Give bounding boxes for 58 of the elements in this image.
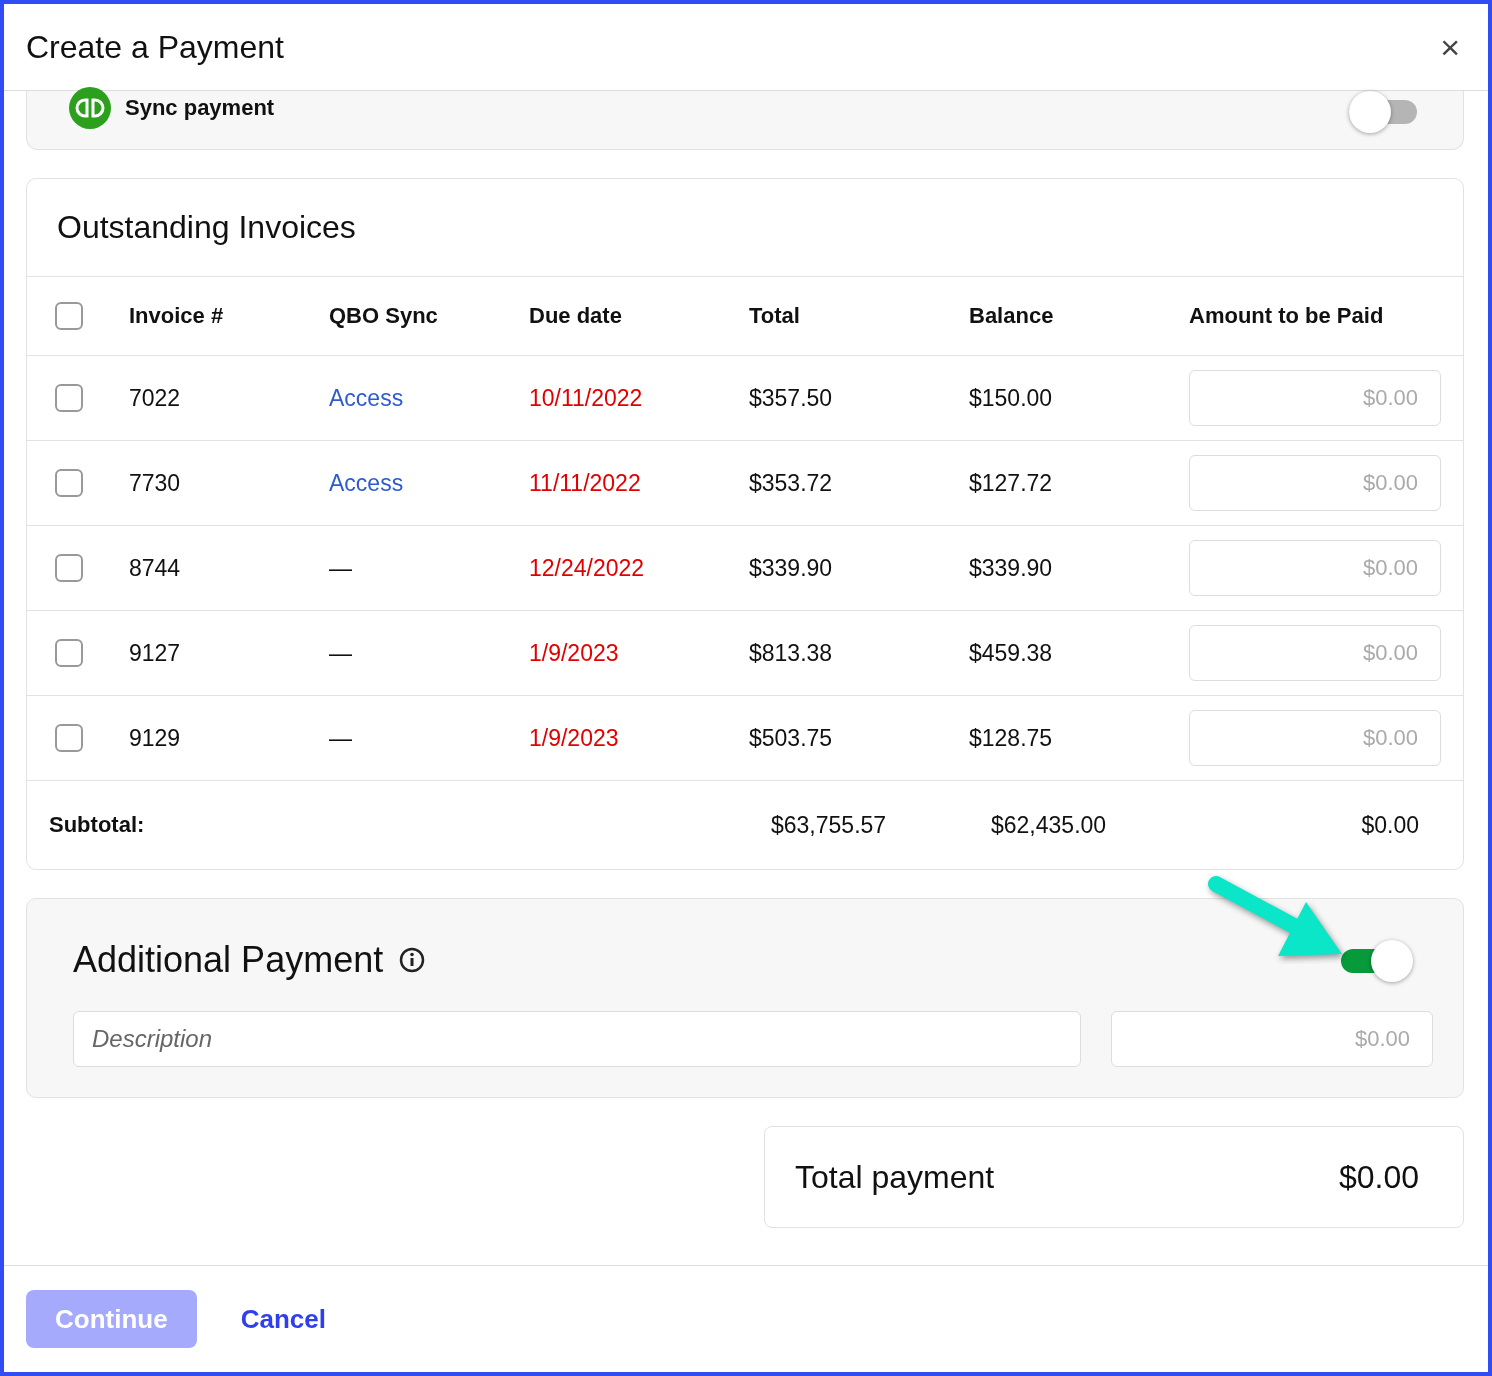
column-header: Invoice # <box>129 303 225 329</box>
amount-field[interactable]: $0.00 <box>1189 455 1441 511</box>
cancel-link[interactable]: Cancel <box>240 1303 326 1335</box>
amount-field[interactable]: $0.00 <box>1189 625 1441 681</box>
toggle-switch[interactable] <box>1341 940 1413 980</box>
checkbox[interactable] <box>55 384 83 412</box>
section-title: Additional Payment <box>73 939 384 981</box>
card-title: Outstanding Invoices <box>27 179 1463 277</box>
table-cell-text: $150.00 <box>969 384 1054 412</box>
column-header: Balance <box>969 303 1055 329</box>
table-cell-text: $503.75 <box>749 724 834 752</box>
table-cell-text: $357.50 <box>749 384 834 412</box>
due-date: 11/11/2022 <box>529 469 642 497</box>
checkbox[interactable] <box>55 554 83 582</box>
table-cell-text: $813.38 <box>749 639 834 667</box>
close-button[interactable]: × <box>1434 30 1466 64</box>
table-cell-text: 8744 <box>129 554 182 582</box>
due-date: 1/9/2023 <box>529 639 620 667</box>
table-cell-text: 9129 <box>129 724 182 752</box>
table-cell-text: 7022 <box>129 384 182 412</box>
amount-field[interactable]: $0.00 <box>1189 540 1441 596</box>
description-field[interactable]: Description <box>73 1011 1081 1067</box>
table-cell-text: $128.75 <box>969 724 1054 752</box>
column-header: Amount to be Paid <box>1189 303 1385 329</box>
access-link[interactable]: Access <box>329 384 529 412</box>
table-cell-text: — <box>329 554 353 582</box>
checkbox[interactable] <box>55 724 83 752</box>
checkbox[interactable] <box>55 469 83 497</box>
table-cell-text: — <box>329 639 353 667</box>
table-cell-text: $339.90 <box>969 554 1054 582</box>
table-cell: $0.00 <box>1361 811 1419 839</box>
table-cell-text: 9127 <box>129 639 182 667</box>
access-link[interactable]: Access <box>329 469 529 497</box>
table-cell-text: — <box>329 724 353 752</box>
column-header: QBO Sync <box>329 303 439 329</box>
table-cell-text: $353.72 <box>749 469 834 497</box>
total-value: $0.00 <box>1338 1158 1419 1196</box>
table-cell-text: $62,435.00 <box>991 811 1108 839</box>
table-cell-text: $459.38 <box>969 639 1054 667</box>
due-date: 10/11/2022 <box>529 384 644 412</box>
due-date: 12/24/2022 <box>529 554 646 582</box>
info-icon <box>399 947 426 973</box>
table-cell-text: $63,755.57 <box>771 811 888 839</box>
amount-field[interactable]: $0.00 <box>1189 710 1441 766</box>
due-date: 1/9/2023 <box>529 724 620 752</box>
amount-field[interactable]: $0.00 <box>1189 370 1441 426</box>
table-cell-text: $339.90 <box>749 554 834 582</box>
sync-label: Sync payment <box>125 95 275 121</box>
dialog-title: Create a Payment <box>26 28 284 66</box>
amount-field[interactable]: $0.00 <box>1111 1011 1433 1067</box>
column-header: Total <box>749 303 801 329</box>
checkbox[interactable] <box>55 639 83 667</box>
total-label: Total payment <box>795 1158 995 1196</box>
table-cell-text: $127.72 <box>969 469 1054 497</box>
subtotal-label: Subtotal: <box>49 812 146 838</box>
checkbox[interactable] <box>55 302 83 330</box>
table-cell-text: 7730 <box>129 469 182 497</box>
column-header: Due date <box>529 303 623 329</box>
